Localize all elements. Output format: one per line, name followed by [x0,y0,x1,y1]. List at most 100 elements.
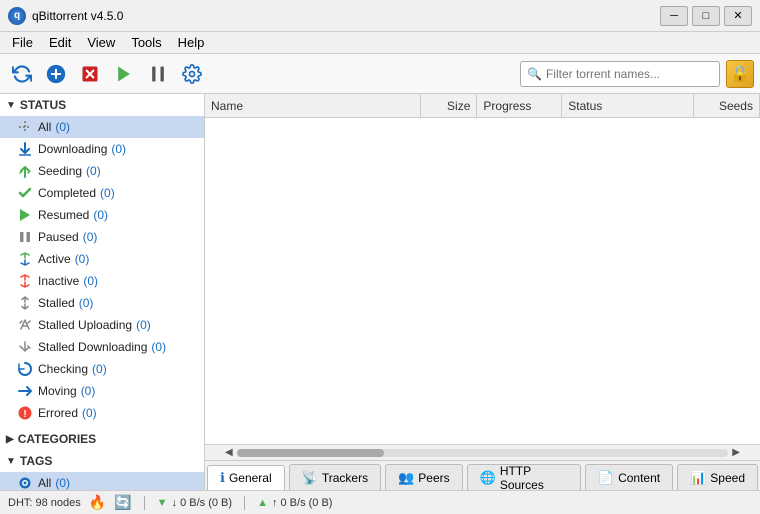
speed-tab-icon: 📊 [690,470,706,486]
sidebar-item-tags-all[interactable]: All (0) [0,472,204,490]
paused-label: Paused [38,230,79,244]
title-bar: q qBittorrent v4.5.0 ─ □ ✕ [0,0,760,32]
minimize-btn[interactable]: ─ [660,6,688,26]
tab-peers[interactable]: 👥 Peers [385,464,463,490]
col-seeds-header[interactable]: Seeds [694,94,760,117]
downloading-icon [16,140,34,158]
tags-all-count: (0) [55,476,70,490]
http-sources-tab-label: HTTP Sources [500,464,568,491]
categories-section-label: CATEGORIES [18,432,96,446]
remove-btn[interactable] [74,59,106,89]
sidebar-item-paused[interactable]: Paused (0) [0,226,204,248]
errored-count: (0) [82,406,97,420]
upload-speed-text: ↑ 0 B/s (0 B) [272,497,333,509]
col-status-header[interactable]: Status [562,94,694,117]
download-icon: ▼ [157,497,168,509]
scroll-right-btn[interactable]: ▶ [728,447,744,458]
categories-arrow-icon: ▶ [6,434,14,445]
torrent-panel: Name Size Progress Status Seeds ◀ ▶ ℹ Ge… [205,94,760,490]
tab-general[interactable]: ℹ General [207,465,285,490]
stalled-uploading-icon [16,316,34,334]
sidebar: ▼ STATUS All (0) Downloading ( [0,94,205,490]
tab-trackers[interactable]: 📡 Trackers [289,464,381,490]
sidebar-item-stalled-downloading[interactable]: Stalled Downloading (0) [0,336,204,358]
inactive-icon [16,272,34,290]
menu-tools[interactable]: Tools [123,33,169,52]
add-torrent-btn[interactable] [40,59,72,89]
maximize-btn[interactable]: □ [692,6,720,26]
moving-count: (0) [81,384,96,398]
checking-label: Checking [38,362,88,376]
sidebar-item-resumed[interactable]: Resumed (0) [0,204,204,226]
status-section-header[interactable]: ▼ STATUS [0,94,204,116]
sidebar-item-moving[interactable]: Moving (0) [0,380,204,402]
errored-icon: ! [16,404,34,422]
menu-file[interactable]: File [4,33,41,52]
sidebar-item-stalled-uploading[interactable]: Stalled Uploading (0) [0,314,204,336]
sidebar-item-all[interactable]: All (0) [0,116,204,138]
stalled-label: Stalled [38,296,75,310]
menu-edit[interactable]: Edit [41,33,79,52]
sidebar-item-downloading[interactable]: Downloading (0) [0,138,204,160]
stalled-uploading-label: Stalled Uploading [38,318,132,332]
completed-icon [16,184,34,202]
sidebar-item-completed[interactable]: Completed (0) [0,182,204,204]
scroll-left-btn[interactable]: ◀ [221,447,237,458]
menu-help[interactable]: Help [170,33,213,52]
all-count: (0) [55,120,70,134]
tab-speed[interactable]: 📊 Speed [677,464,758,490]
pause-btn[interactable] [142,59,174,89]
torrent-body [205,118,760,444]
col-size-header[interactable]: Size [421,94,478,117]
tags-section-header[interactable]: ▼ TAGS [0,450,204,472]
upload-icon: ▲ [257,497,268,509]
content-tab-icon: 📄 [598,470,614,486]
resume-btn[interactable] [108,59,140,89]
download-speed-text: ↓ 0 B/s (0 B) [172,497,233,509]
tab-http-sources[interactable]: 🌐 HTTP Sources [467,464,581,490]
sidebar-item-checking[interactable]: Checking (0) [0,358,204,380]
http-sources-tab-icon: 🌐 [480,470,496,486]
col-name-header[interactable]: Name [205,94,421,117]
seeding-count: (0) [86,164,101,178]
all-icon [16,118,34,136]
horizontal-scrollbar[interactable]: ◀ ▶ [205,444,760,460]
search-box[interactable]: 🔍 [520,61,720,87]
sidebar-item-inactive[interactable]: Inactive (0) [0,270,204,292]
scroll-track[interactable] [237,449,729,457]
options-btn[interactable] [176,59,208,89]
lock-icon: 🔒 [730,64,750,84]
tab-content[interactable]: 📄 Content [585,464,673,490]
search-icon: 🔍 [527,67,542,81]
search-input[interactable] [546,67,713,81]
scroll-thumb[interactable] [237,449,384,457]
status-sep-1 [144,496,145,510]
sidebar-item-active[interactable]: Active (0) [0,248,204,270]
downloading-label: Downloading [38,142,107,156]
stalled-uploading-count: (0) [136,318,151,332]
col-progress-header[interactable]: Progress [477,94,562,117]
completed-label: Completed [38,186,96,200]
dht-text: DHT: 98 nodes [8,497,81,509]
trackers-tab-icon: 📡 [302,470,318,486]
sidebar-item-stalled[interactable]: Stalled (0) [0,292,204,314]
checking-icon [16,360,34,378]
stalled-downloading-count: (0) [151,340,166,354]
sidebar-item-seeding[interactable]: Seeding (0) [0,160,204,182]
seeding-icon [16,162,34,180]
dht-status: DHT: 98 nodes [8,497,81,509]
bottom-tabs: ℹ General 📡 Trackers 👥 Peers 🌐 HTTP Sour… [205,460,760,490]
categories-section-header[interactable]: ▶ CATEGORIES [0,428,204,450]
download-speed: ▼ ↓ 0 B/s (0 B) [157,497,232,509]
tags-section-label: TAGS [20,454,52,468]
tags-all-label: All [38,476,51,490]
lock-btn[interactable]: 🔒 [726,60,754,88]
stalled-count: (0) [79,296,94,310]
active-icon [16,250,34,268]
toolbar: 🔍 🔒 [0,54,760,94]
close-btn[interactable]: ✕ [724,6,752,26]
menu-view[interactable]: View [79,33,123,52]
sync-btn[interactable] [6,59,38,89]
sidebar-item-errored[interactable]: ! Errored (0) [0,402,204,424]
active-label: Active [38,252,71,266]
